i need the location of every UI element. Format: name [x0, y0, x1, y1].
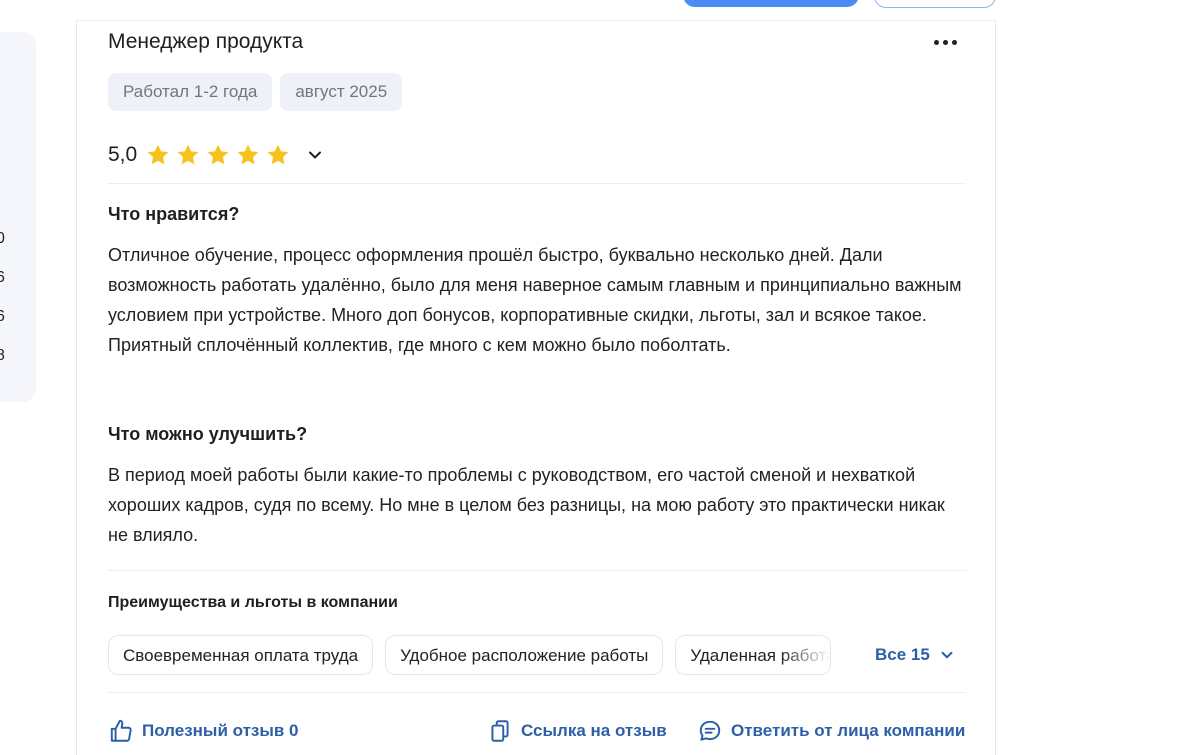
all-benefits-button[interactable]: Все 15: [875, 645, 956, 665]
reply-as-company-label: Ответить от лица компании: [731, 721, 966, 740]
likes-text: Отличное обучение, процесс оформления пр…: [108, 245, 962, 355]
improve-text: В период моей работы были какие-то пробл…: [108, 465, 945, 545]
rating-stars: [145, 142, 291, 168]
rating-value: 5,0: [108, 143, 138, 166]
benefit-chip[interactable]: Удобное расположение работы: [385, 635, 664, 675]
rating-row: 5,0: [108, 140, 325, 170]
useful-review-label: Полезный отзыв 0: [142, 721, 299, 740]
benefit-chip[interactable]: Своевременная оплата труда: [108, 635, 374, 675]
star-icon: [237, 144, 259, 165]
chevron-down-icon[interactable]: [305, 145, 325, 165]
benefits-list: Своевременная оплата труда Удобное распо…: [108, 635, 966, 677]
benefit-chip-label: Удаленная работа: [690, 646, 832, 665]
top-secondary-button[interactable]: [874, 0, 996, 8]
reply-as-company-button[interactable]: Ответить от лица компании: [697, 718, 965, 744]
date-tag: август 2025: [280, 73, 403, 111]
copy-link-icon: [491, 720, 509, 742]
star-icon: [177, 144, 199, 165]
thumbs-up-icon: [110, 719, 132, 742]
star-icon: [267, 144, 289, 165]
benefit-chip[interactable]: Удаленная работа: [675, 635, 832, 675]
top-primary-button[interactable]: [683, 0, 859, 7]
page: 0 6 6 8 Менеджер продукта Работал 1-2 го…: [0, 0, 1201, 755]
all-benefits-label: Все 15: [875, 645, 930, 664]
review-link-button[interactable]: Ссылка на отзыв: [487, 718, 667, 744]
more-dots-icon[interactable]: [934, 35, 962, 49]
tenure-tag: Работал 1-2 года: [108, 73, 273, 111]
left-stat-number: 8: [0, 347, 5, 364]
chevron-down-icon: [941, 651, 953, 659]
left-stat-number: 6: [0, 269, 5, 286]
review-card: Менеджер продукта Работал 1-2 года авгус…: [76, 20, 996, 755]
review-link-label: Ссылка на отзыв: [521, 721, 667, 740]
left-stat-number: 0: [0, 230, 5, 247]
star-icon: [207, 144, 229, 165]
review-title: Менеджер продукта: [108, 30, 304, 53]
star-icon: [147, 144, 169, 165]
divider: [108, 692, 966, 693]
review-tags: Работал 1-2 года август 2025: [108, 73, 403, 111]
benefits-heading: Преимущества и льготы в компании: [108, 594, 398, 611]
improve-heading: Что можно улучшить?: [108, 424, 308, 444]
chat-bubble-icon: [699, 720, 721, 741]
divider: [108, 570, 966, 571]
left-stat-number: 6: [0, 308, 5, 325]
likes-heading: Что нравится?: [108, 204, 240, 224]
divider: [108, 183, 966, 184]
useful-review-button[interactable]: Полезный отзыв 0: [108, 718, 299, 744]
